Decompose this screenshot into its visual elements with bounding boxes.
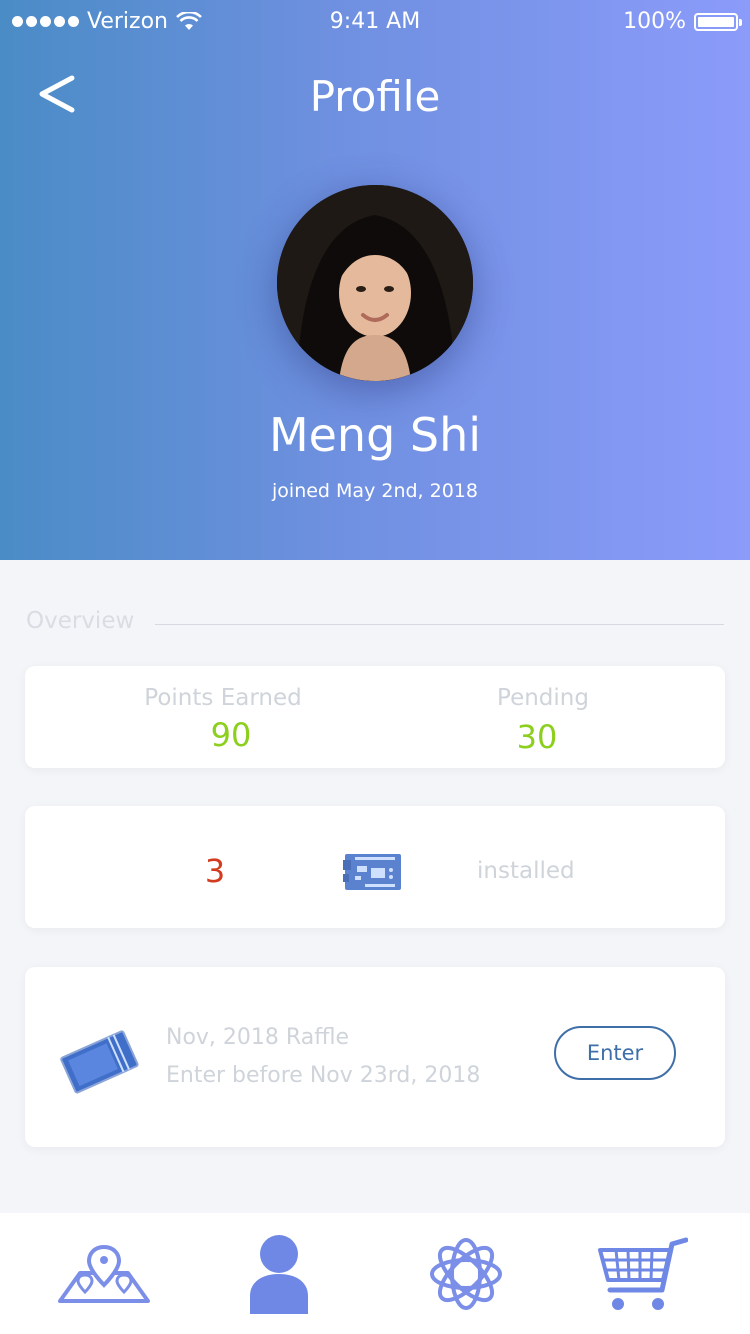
avatar[interactable] <box>277 185 473 381</box>
tab-cart[interactable] <box>572 1213 712 1334</box>
avatar-photo <box>277 185 473 381</box>
enter-raffle-button[interactable]: Enter <box>554 1026 676 1080</box>
overview-section-title: Overview <box>26 608 135 634</box>
page-title: Profile <box>309 72 441 121</box>
status-bar: Verizon 9:41 AM 100% <box>0 0 750 44</box>
points-earned-value: 90 <box>210 716 252 754</box>
profile-name: Meng Shi <box>268 408 482 462</box>
map-icon <box>58 1244 150 1303</box>
battery-icon <box>694 12 742 31</box>
divider <box>155 624 724 625</box>
network-icon <box>430 1237 502 1310</box>
joined-date: joined May 2nd, 2018 <box>272 480 478 502</box>
raffle-title: Nov, 2018 Raffle <box>166 1025 349 1050</box>
points-card: Points Earned 90 Pending 30 <box>25 666 725 768</box>
profile-header: Verizon 9:41 AM 100% Profile Meng Shi jo… <box>0 0 750 560</box>
raffle-deadline: Enter before Nov 23rd, 2018 <box>166 1063 481 1088</box>
tab-map[interactable] <box>34 1213 174 1334</box>
battery-percent: 100% <box>623 9 686 34</box>
ticket-icon <box>60 1030 139 1094</box>
profile-icon <box>250 1234 308 1314</box>
pending-label: Pending <box>497 685 589 711</box>
installed-count: 3 <box>204 852 226 890</box>
installed-label: installed <box>477 858 575 884</box>
raffle-card: Nov, 2018 Raffle Enter before Nov 23rd, … <box>25 967 725 1147</box>
circuit-board-icon <box>343 854 401 890</box>
tab-network[interactable] <box>396 1213 536 1334</box>
devices-card[interactable]: 3 installed <box>25 806 725 928</box>
tab-profile[interactable] <box>209 1213 349 1334</box>
pending-value: 30 <box>516 718 558 756</box>
tab-bar <box>0 1213 750 1334</box>
points-earned-label: Points Earned <box>144 685 302 711</box>
cart-icon <box>598 1237 688 1310</box>
